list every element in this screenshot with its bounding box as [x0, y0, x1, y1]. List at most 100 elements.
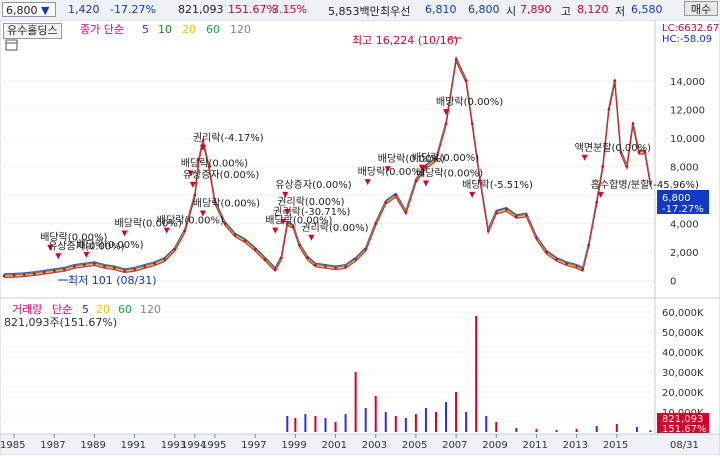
price-point — [595, 200, 599, 204]
volume-bar — [555, 430, 558, 432]
volume-bar — [304, 414, 307, 432]
price-point — [364, 248, 367, 251]
volume-bar — [515, 428, 518, 432]
price-point — [515, 215, 518, 218]
volume-tick-label: 30,000K — [662, 368, 704, 379]
price-point — [384, 200, 388, 204]
volume-bar — [495, 422, 498, 432]
event-label: 유상증자(0.00%) — [183, 169, 259, 181]
year-label: 2005 — [402, 440, 427, 451]
volume-ma-label: 단순 — [52, 303, 72, 316]
high-annotation: 최고 16,224 (10/16) — [352, 34, 458, 47]
price-point — [394, 193, 398, 197]
volume-summary: 821,093주(151.67%) — [4, 316, 117, 329]
volume-bar — [384, 412, 387, 432]
event-label: 배당락(0.00%) — [412, 152, 479, 164]
stock-chart: 종가 단순 5 10 20 60 120 LC:6632.67HC:-58.09 0 2,000… — [0, 19, 720, 456]
price-point — [223, 222, 227, 225]
volume-bar — [344, 414, 347, 432]
price-point — [607, 108, 611, 111]
price-point — [279, 256, 283, 260]
high-label: 고 — [561, 5, 572, 18]
price-tick-label: 14,000 — [670, 77, 705, 88]
volume-bar — [475, 316, 478, 432]
price-point — [253, 248, 257, 251]
year-label: 1985 — [0, 440, 25, 451]
price-field[interactable]: 6,800 ▼ — [2, 2, 56, 17]
stock-name-tag[interactable]: 유수홀딩스 — [3, 23, 62, 39]
price-point — [414, 179, 418, 183]
price-point — [464, 79, 468, 83]
event-label: 배당락(0.00%) — [115, 217, 182, 229]
price-point — [545, 250, 548, 254]
price-point — [153, 262, 156, 265]
ma-legend-60: 60 — [206, 23, 220, 36]
price-point — [73, 265, 76, 268]
year-label: 1997 — [241, 440, 266, 451]
price-point — [42, 270, 46, 274]
volume-bar — [595, 426, 598, 432]
quote-toolbar: 6,800 ▼ 1,420 -17.27% 821,093 151.67% 3.… — [0, 0, 720, 21]
buy-button[interactable]: 매수 — [684, 1, 718, 16]
price-tick-label: 8,000 — [670, 163, 699, 174]
ma-legend-120: 120 — [230, 23, 251, 36]
event-label: 배당락(0.00%) — [76, 239, 143, 251]
price-point — [173, 248, 177, 251]
volume-bar — [455, 392, 458, 432]
price-point — [298, 243, 301, 247]
event-label: 유상증자(0.00%) — [275, 179, 351, 191]
price-point — [631, 122, 635, 125]
price-point — [587, 243, 590, 247]
year-label: 1995 — [201, 440, 226, 451]
volume-bar — [334, 422, 337, 432]
price-point — [404, 210, 408, 214]
price-point — [470, 122, 474, 125]
bid2-value: 6,800 — [468, 3, 500, 16]
volume-bar — [364, 408, 367, 432]
turnover-value: 3.15% — [272, 3, 307, 16]
volume-bar — [286, 416, 289, 432]
volume-bar — [294, 418, 297, 432]
price-point — [486, 229, 490, 233]
price-tick-label: 2,000 — [670, 248, 699, 259]
bid-label: 최우선 — [380, 5, 411, 18]
bid1-value: 6,810 — [425, 3, 457, 16]
change-pct: -17.27% — [110, 3, 156, 16]
hc-label: HC:-58.09 — [662, 34, 712, 45]
volume-bar — [314, 416, 317, 432]
year-label: 1989 — [80, 440, 105, 451]
price-point — [273, 268, 277, 271]
volume-bar — [445, 402, 448, 432]
event-label: 흡수합병/분할(-45.96%) — [591, 178, 699, 191]
year-label: 1991 — [121, 440, 146, 451]
volume-bar — [434, 412, 437, 432]
price-point — [113, 266, 116, 270]
price-point — [183, 229, 187, 233]
price-point — [52, 269, 56, 273]
open-value: 7,890 — [520, 3, 552, 16]
volume-bar — [535, 429, 538, 432]
price-point — [133, 268, 136, 271]
volume-ma-legend-120: 120 — [140, 303, 161, 316]
volume-bar — [354, 372, 357, 432]
year-label: 2015 — [603, 440, 628, 451]
price-point — [555, 258, 558, 261]
price-tick-label: 12,000 — [670, 105, 705, 116]
price-tick-label: 0 — [670, 277, 676, 288]
price-tick-label: 4,000 — [670, 220, 699, 231]
price-point — [625, 165, 629, 168]
volume-value: 821,093 — [178, 3, 224, 16]
volume-bar — [649, 430, 652, 432]
price-point — [243, 239, 247, 243]
price-point — [103, 265, 106, 268]
volume-tick-label: 40,000K — [662, 348, 704, 359]
year-label: 2009 — [482, 440, 507, 451]
price-point — [344, 265, 347, 268]
year-label: 1987 — [40, 440, 65, 451]
price-point — [505, 208, 508, 211]
price-point — [193, 193, 197, 197]
year-label: 2001 — [322, 440, 347, 451]
price-point — [454, 58, 458, 61]
amount-value: 5,853백만 — [328, 5, 380, 18]
ma-legend-20: 20 — [182, 23, 196, 36]
